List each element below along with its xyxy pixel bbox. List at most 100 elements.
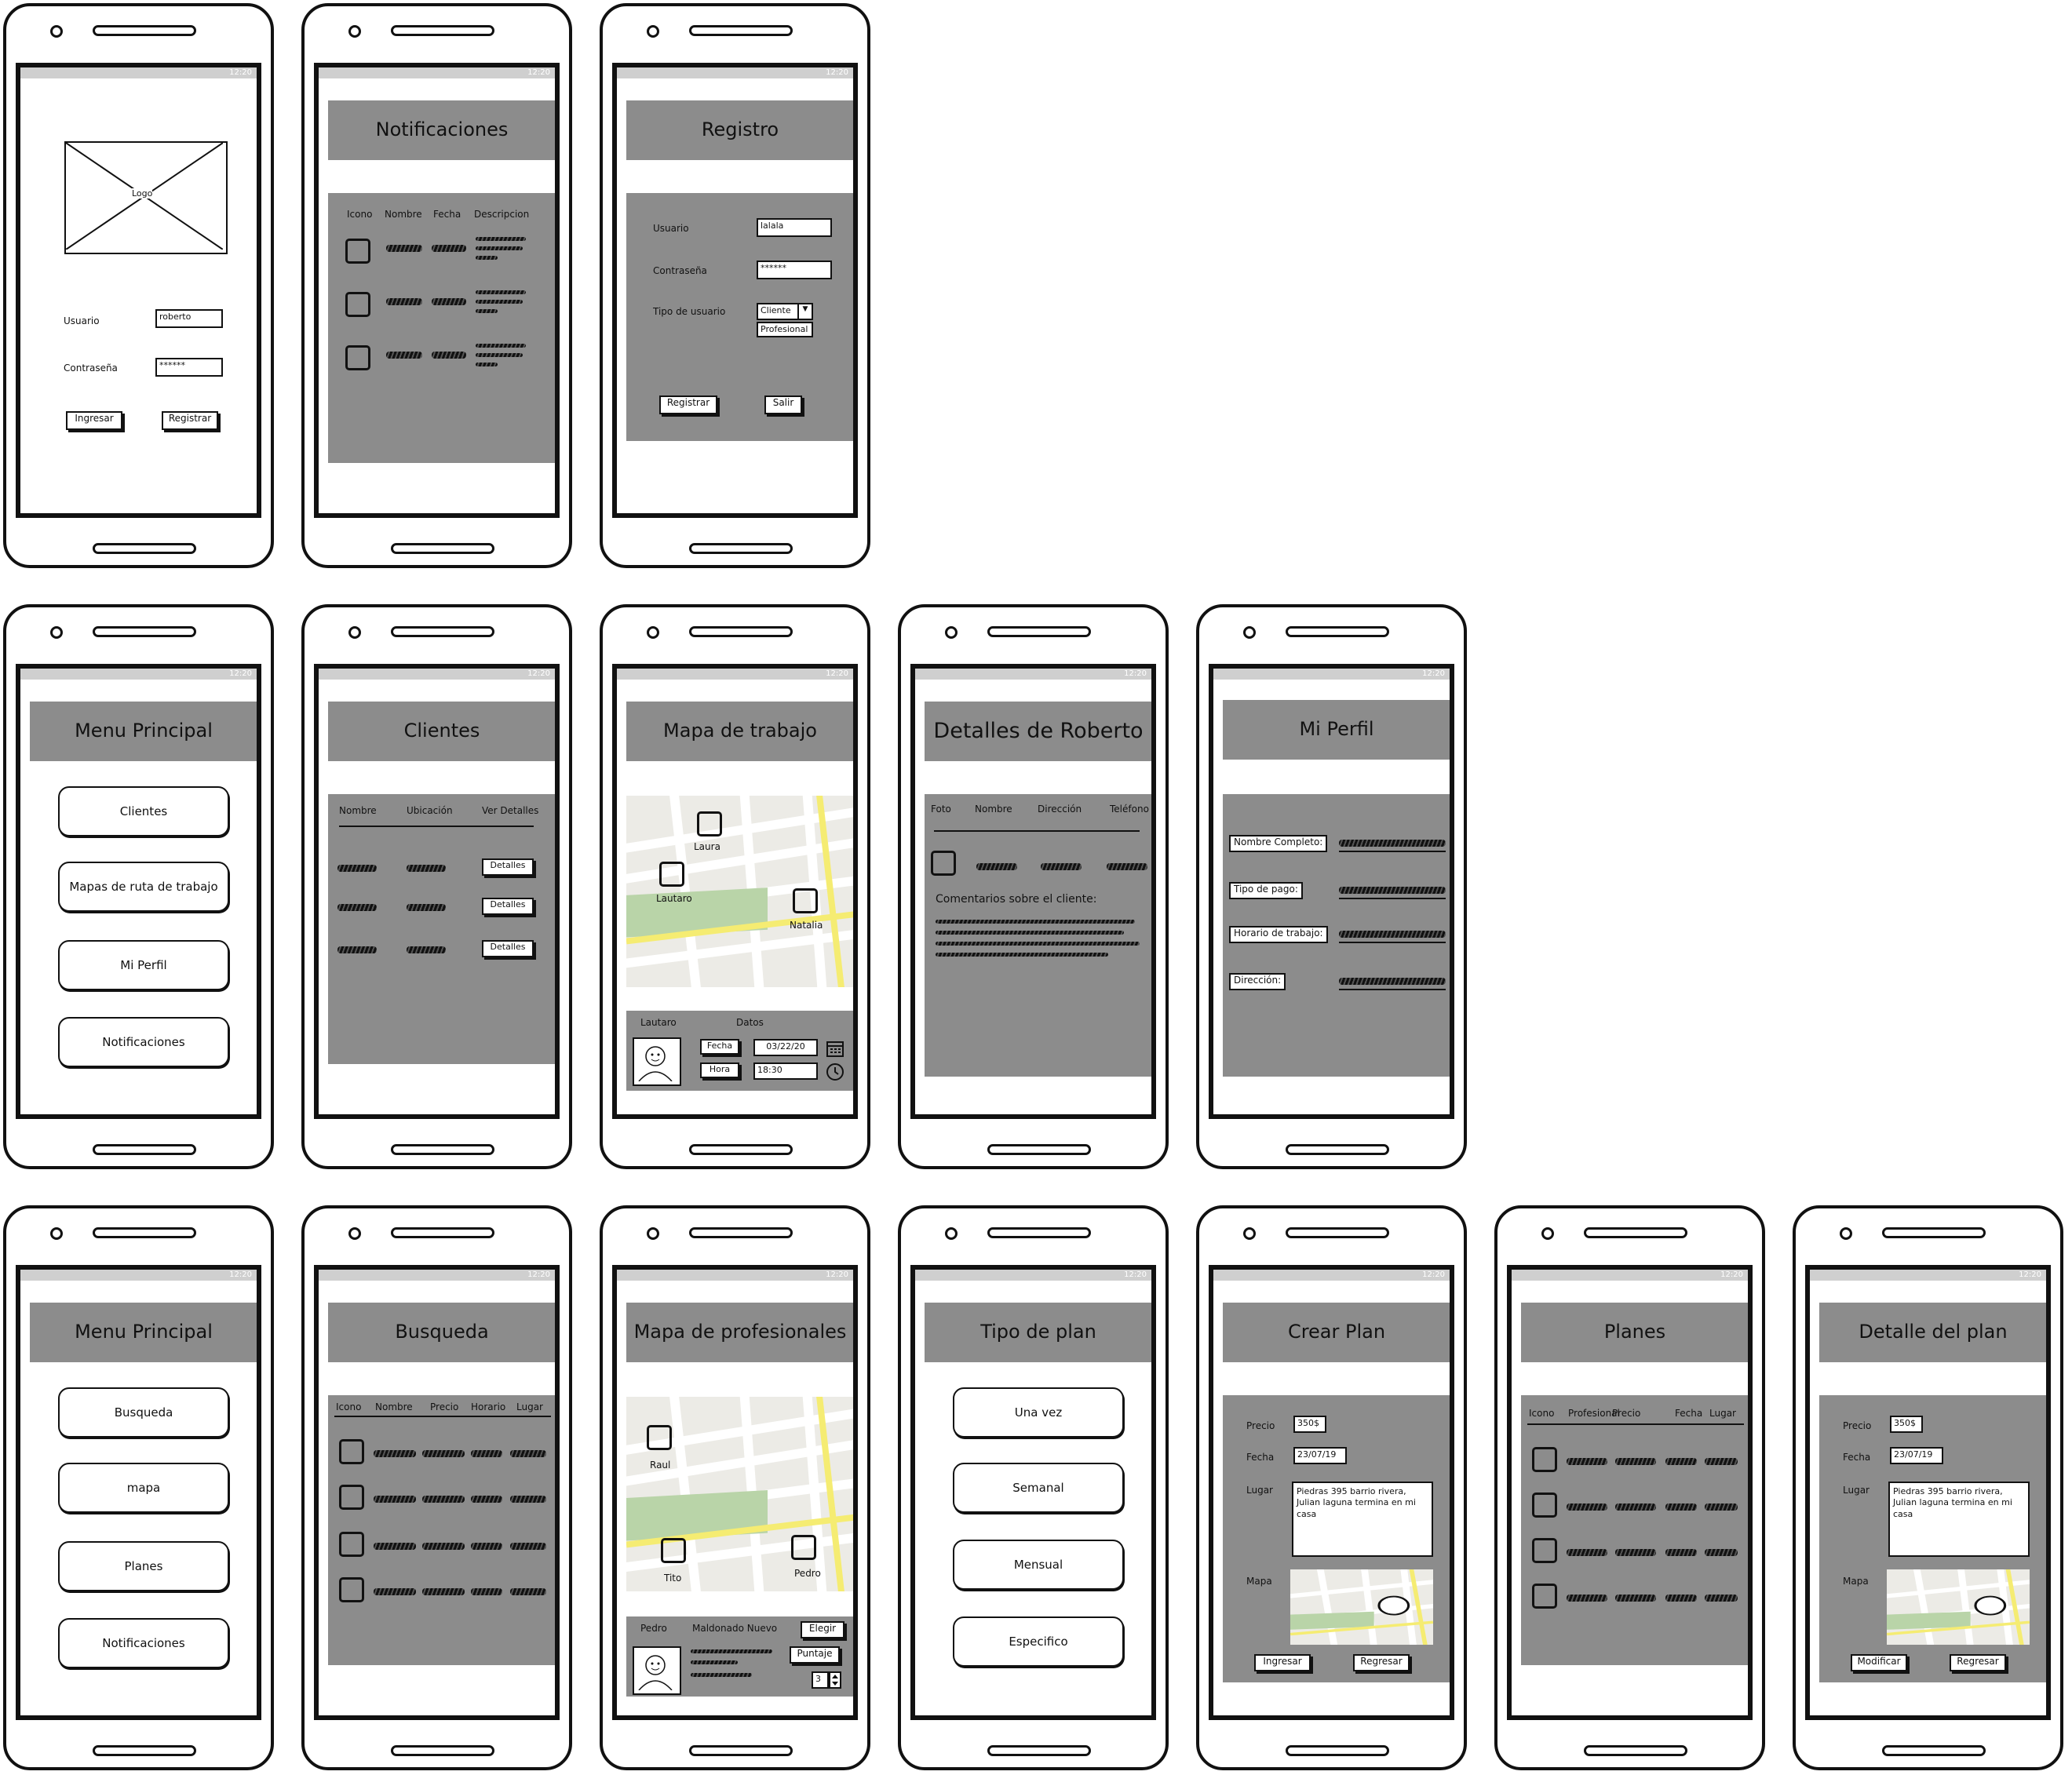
- date-field[interactable]: 23/07/19: [1293, 1447, 1347, 1464]
- details-button[interactable]: Detalles: [482, 940, 534, 957]
- home-button[interactable]: [93, 543, 196, 554]
- password-field[interactable]: ******: [757, 261, 832, 279]
- table-header: Fecha: [1675, 1408, 1703, 1419]
- user-type-select[interactable]: Cliente: [757, 303, 799, 320]
- home-button[interactable]: [689, 1745, 793, 1756]
- menu-button-1[interactable]: mapa: [58, 1463, 229, 1513]
- exit-button[interactable]: Salir: [764, 395, 802, 414]
- password-field[interactable]: ******: [155, 358, 223, 377]
- home-button[interactable]: [987, 1745, 1091, 1756]
- logo-image: Logo: [64, 141, 228, 254]
- menu-button-3[interactable]: Notificaciones: [58, 1618, 229, 1668]
- location-pin-icon[interactable]: [661, 1538, 686, 1563]
- camera-icon: [50, 1227, 63, 1240]
- notifications-table: Icono Nombre Fecha Descripcion: [328, 193, 555, 463]
- plan-option-0[interactable]: Una vez: [953, 1387, 1124, 1438]
- redacted-text: [374, 1450, 416, 1457]
- choose-button[interactable]: Elegir: [801, 1621, 844, 1638]
- menu-button-3[interactable]: Notificaciones: [58, 1017, 229, 1067]
- work-map[interactable]: Laura Lautaro Natalia: [626, 796, 853, 987]
- details-button[interactable]: Detalles: [482, 858, 534, 876]
- clock-icon[interactable]: [826, 1062, 844, 1084]
- header-divider: [1527, 1423, 1744, 1425]
- score-button[interactable]: Puntaje: [790, 1646, 840, 1664]
- home-button[interactable]: [93, 1745, 196, 1756]
- redacted-text: [1705, 1595, 1738, 1602]
- back-button[interactable]: Regresar: [1353, 1654, 1410, 1671]
- plan-option-2[interactable]: Mensual: [953, 1540, 1124, 1590]
- home-button[interactable]: [391, 1144, 494, 1155]
- register-button[interactable]: Registrar: [162, 411, 218, 430]
- username-label: Usuario: [64, 315, 100, 326]
- redacted-text: [691, 1649, 772, 1653]
- client-menu-screen-phone: 12:20 Menu Principal Busqueda mapa Planes Not…: [3, 1205, 274, 1770]
- username-field[interactable]: roberto: [155, 309, 223, 328]
- home-button[interactable]: [391, 543, 494, 554]
- location-pin-icon[interactable]: [793, 888, 818, 913]
- location-pin-icon[interactable]: [659, 862, 684, 887]
- location-pin-icon[interactable]: [697, 811, 722, 836]
- calendar-icon[interactable]: [826, 1039, 844, 1061]
- login-button[interactable]: Ingresar: [66, 411, 122, 430]
- redacted-text: [386, 245, 422, 252]
- redacted-text: [337, 946, 377, 953]
- plan-option-1[interactable]: Semanal: [953, 1463, 1124, 1513]
- password-label: Contraseña: [653, 265, 707, 276]
- home-button[interactable]: [391, 1745, 494, 1756]
- location-pin-icon[interactable]: [647, 1425, 672, 1450]
- home-button[interactable]: [1584, 1745, 1687, 1756]
- status-bar: 12:20: [1810, 1270, 2046, 1281]
- time-field[interactable]: 18:30: [753, 1062, 818, 1080]
- redacted-text: [407, 865, 446, 872]
- menu-button-0[interactable]: Busqueda: [58, 1387, 229, 1438]
- map-thumbnail[interactable]: [1887, 1569, 2030, 1645]
- location-pin-icon[interactable]: [791, 1535, 816, 1560]
- home-button[interactable]: [1286, 1745, 1389, 1756]
- screen: 12:20 Menu Principal Clientes Mapas de ruta…: [16, 664, 261, 1119]
- professionals-map[interactable]: Raul Tito Pedro: [626, 1397, 853, 1591]
- username-field[interactable]: lalala: [757, 218, 832, 237]
- header-divider: [334, 1416, 551, 1417]
- home-button[interactable]: [689, 543, 793, 554]
- redacted-text: [976, 863, 1017, 870]
- menu-button-2[interactable]: Planes: [58, 1541, 229, 1591]
- table-header: Teléfono: [1110, 804, 1149, 815]
- details-button[interactable]: Detalles: [482, 898, 534, 915]
- home-button[interactable]: [1882, 1745, 1986, 1756]
- date-field[interactable]: 03/22/20: [753, 1039, 818, 1056]
- redacted-text: [1567, 1503, 1607, 1511]
- score-stepper[interactable]: 3: [812, 1671, 829, 1689]
- status-bar: 12:20: [617, 669, 853, 680]
- menu-button-0[interactable]: Clientes: [58, 786, 229, 836]
- login-screen-phone: 12:20 Logo Usuario roberto Contraseña ****** I…: [3, 3, 274, 568]
- price-label: Precio: [1246, 1420, 1275, 1431]
- home-button[interactable]: [1286, 1144, 1389, 1155]
- place-textarea[interactable]: Piedras 395 barrio rivera, Julian laguna…: [1888, 1482, 2030, 1557]
- home-button[interactable]: [689, 1144, 793, 1155]
- profile-field-label: Horario de trabajo:: [1229, 926, 1328, 943]
- chevron-down-icon[interactable]: ▼: [797, 303, 813, 320]
- register-button[interactable]: Registrar: [659, 395, 717, 414]
- map-thumbnail[interactable]: [1290, 1569, 1433, 1645]
- plan-option-3[interactable]: Especifico: [953, 1616, 1124, 1667]
- result-icon: [339, 1439, 364, 1464]
- page-title: Menu Principal: [30, 1303, 257, 1362]
- speaker-slot: [391, 626, 494, 637]
- menu-button-2[interactable]: Mi Perfil: [58, 940, 229, 990]
- user-type-option[interactable]: Profesional: [757, 322, 813, 337]
- header-divider: [339, 826, 534, 827]
- price-field[interactable]: 350$: [1890, 1416, 1923, 1433]
- edit-button[interactable]: Modificar: [1851, 1654, 1907, 1671]
- stepper-arrows-icon[interactable]: [829, 1671, 841, 1692]
- home-button[interactable]: [987, 1144, 1091, 1155]
- plan-form: Precio 350$ Fecha 23/07/19 Lugar Piedras 395 …: [1819, 1395, 2046, 1682]
- submit-button[interactable]: Ingresar: [1254, 1654, 1311, 1671]
- pin-label: Lautaro: [656, 893, 692, 904]
- place-textarea[interactable]: Piedras 395 barrio rivera, Julian laguna…: [1292, 1482, 1433, 1557]
- speaker-slot: [391, 25, 494, 36]
- home-button[interactable]: [93, 1144, 196, 1155]
- date-field[interactable]: 23/07/19: [1890, 1447, 1943, 1464]
- back-button[interactable]: Regresar: [1950, 1654, 2006, 1671]
- price-field[interactable]: 350$: [1293, 1416, 1326, 1433]
- menu-button-1[interactable]: Mapas de ruta de trabajo: [58, 862, 229, 912]
